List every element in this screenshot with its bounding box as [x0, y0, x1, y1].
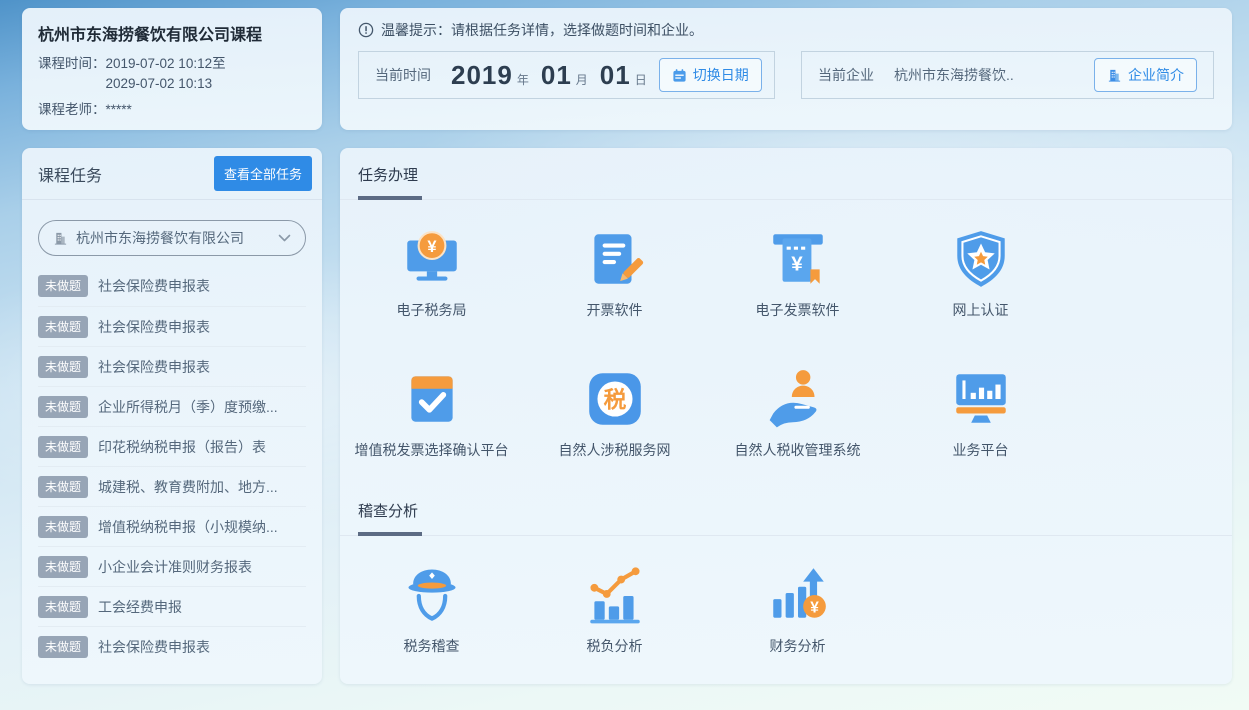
date-year-unit: 年: [517, 71, 529, 88]
top-bar-card: 温馨提示：请根据任务详情，选择做题时间和企业。 当前时间 2019 年 01 月…: [340, 8, 1232, 130]
office-building-icon: [1107, 68, 1122, 83]
invoice-software-icon: [582, 226, 648, 292]
vat-confirm-platform-icon: [399, 366, 465, 432]
main-panel: 任务办理 ¥ 电子税务局: [340, 148, 1232, 684]
status-badge: 未做题: [38, 476, 88, 498]
app-natural-person-tax-admin[interactable]: 自然人税收管理系统: [735, 366, 861, 460]
task-row[interactable]: 未做题工会经费申报: [38, 586, 306, 626]
svg-text:¥: ¥: [810, 600, 819, 617]
course-teacher-label: 课程老师：: [38, 100, 106, 120]
date-day: 01: [600, 60, 631, 91]
app-invoice-software[interactable]: 开票软件: [582, 226, 648, 320]
status-badge: 未做题: [38, 316, 88, 338]
app-tax-burden-analysis[interactable]: 税负分析: [582, 562, 648, 656]
status-badge: 未做题: [38, 396, 88, 418]
task-row[interactable]: 未做题印花税纳税申报（报告）表: [38, 426, 306, 466]
section-title-task-handling: 任务办理: [358, 164, 1232, 185]
date-month-unit: 月: [576, 71, 588, 88]
status-badge: 未做题: [38, 596, 88, 618]
calendar-icon: [672, 68, 687, 83]
current-enterprise-panel: 当前企业 杭州市东海捞餐饮.. 企业简介: [801, 51, 1214, 99]
switch-date-button[interactable]: 切换日期: [659, 58, 762, 92]
app-financial-analysis[interactable]: ¥ 财务分析: [765, 562, 831, 656]
current-date-value: 2019 年 01 月 01 日: [451, 60, 659, 91]
tax-burden-analysis-icon: [582, 562, 648, 628]
app-einvoice-software[interactable]: ¥ 电子发票软件: [756, 226, 840, 320]
etax-bureau-icon: ¥: [399, 226, 465, 292]
notice-text: 温馨提示：请根据任务详情，选择做题时间和企业。: [381, 20, 703, 40]
section-divider: [340, 199, 1232, 200]
section-title-audit-analysis: 稽查分析: [358, 500, 1232, 521]
task-row[interactable]: 未做题社会保险费申报表: [38, 266, 306, 306]
course-time-end: 2029-07-02 10:13: [106, 76, 213, 91]
date-day-unit: 日: [635, 71, 647, 88]
svg-text:税: 税: [603, 386, 626, 412]
natural-person-tax-admin-icon: [765, 366, 831, 432]
enterprise-profile-button[interactable]: 企业简介: [1094, 58, 1197, 92]
task-row[interactable]: 未做题社会保险费申报表: [38, 346, 306, 386]
task-row[interactable]: 未做题社会保险费申报表: [38, 306, 306, 346]
task-row[interactable]: 未做题小企业会计准则财务报表: [38, 546, 306, 586]
active-tab-indicator: [358, 196, 422, 200]
status-badge: 未做题: [38, 556, 88, 578]
company-select-value: 杭州市东海捞餐饮有限公司: [76, 228, 244, 248]
online-auth-icon: [948, 226, 1014, 292]
chevron-down-icon: [278, 234, 291, 243]
tax-inspection-icon: [399, 562, 465, 628]
task-row[interactable]: 未做题企业所得税月（季）度预缴...: [38, 386, 306, 426]
company-building-icon: [53, 231, 68, 246]
view-all-tasks-button[interactable]: 查看全部任务: [214, 156, 312, 191]
status-badge: 未做题: [38, 636, 88, 658]
task-handling-grid: ¥ 电子税务局 开票软件: [340, 226, 1232, 460]
business-platform-icon: [948, 366, 1014, 432]
course-teacher-row: 课程老师： *****: [38, 100, 306, 120]
date-year: 2019: [451, 60, 513, 91]
task-row[interactable]: 未做题社会保险费申报表: [38, 626, 306, 666]
current-date-panel: 当前时间 2019 年 01 月 01 日: [358, 51, 775, 99]
section-indicator: [358, 532, 422, 536]
course-tasks-card: 课程任务 查看全部任务 杭州市东海捞餐饮有限公司 未做题社会保险费申报表 未做题…: [22, 148, 322, 684]
course-tasks-header: 课程任务 查看全部任务: [22, 148, 322, 200]
status-badge: 未做题: [38, 275, 88, 297]
course-info-card: 杭州市东海捞餐饮有限公司课程 课程时间： 2019-07-02 10:12至 2…: [22, 8, 322, 130]
section-divider: [340, 535, 1232, 536]
app-etax-bureau[interactable]: ¥ 电子税务局: [397, 226, 467, 320]
app-online-auth[interactable]: 网上认证: [948, 226, 1014, 320]
course-title: 杭州市东海捞餐饮有限公司课程: [38, 21, 306, 45]
financial-analysis-icon: ¥: [765, 562, 831, 628]
warning-icon: [358, 22, 374, 38]
app-tax-inspection[interactable]: 税务稽查: [399, 562, 465, 656]
page: 杭州市东海捞餐饮有限公司课程 课程时间： 2019-07-02 10:12至 2…: [0, 0, 1249, 710]
audit-analysis-grid: 税务稽查 税负分析: [340, 562, 1232, 656]
current-date-label: 当前时间: [375, 65, 431, 85]
current-enterprise-name: 杭州市东海捞餐饮..: [894, 65, 1014, 85]
course-time-label: 课程时间：: [38, 54, 106, 93]
status-badge: 未做题: [38, 516, 88, 538]
svg-text:¥: ¥: [791, 252, 803, 275]
notice-row: 温馨提示：请根据任务详情，选择做题时间和企业。: [358, 20, 1214, 40]
course-teacher-value: *****: [106, 100, 132, 120]
app-business-platform[interactable]: 业务平台: [948, 366, 1014, 460]
task-row[interactable]: 未做题城建税、教育费附加、地方...: [38, 466, 306, 506]
status-badge: 未做题: [38, 436, 88, 458]
app-vat-confirm-platform[interactable]: 增值税发票选择确认平台: [355, 366, 509, 460]
natural-person-tax-web-icon: 税: [582, 366, 648, 432]
einvoice-software-icon: ¥: [765, 226, 831, 292]
svg-text:¥: ¥: [427, 238, 437, 256]
company-select[interactable]: 杭州市东海捞餐饮有限公司: [38, 220, 306, 256]
current-enterprise-label: 当前企业: [818, 65, 874, 85]
course-tasks-title: 课程任务: [38, 162, 214, 186]
date-month: 01: [541, 60, 572, 91]
task-list: 未做题社会保险费申报表 未做题社会保险费申报表 未做题社会保险费申报表 未做题企…: [22, 266, 322, 666]
status-badge: 未做题: [38, 356, 88, 378]
course-time-start: 2019-07-02 10:12至: [106, 56, 226, 71]
app-natural-person-tax-web[interactable]: 税 自然人涉税服务网: [559, 366, 671, 460]
course-time-row: 课程时间： 2019-07-02 10:12至 2029-07-02 10:13: [38, 54, 306, 93]
task-row[interactable]: 未做题增值税纳税申报（小规模纳...: [38, 506, 306, 546]
